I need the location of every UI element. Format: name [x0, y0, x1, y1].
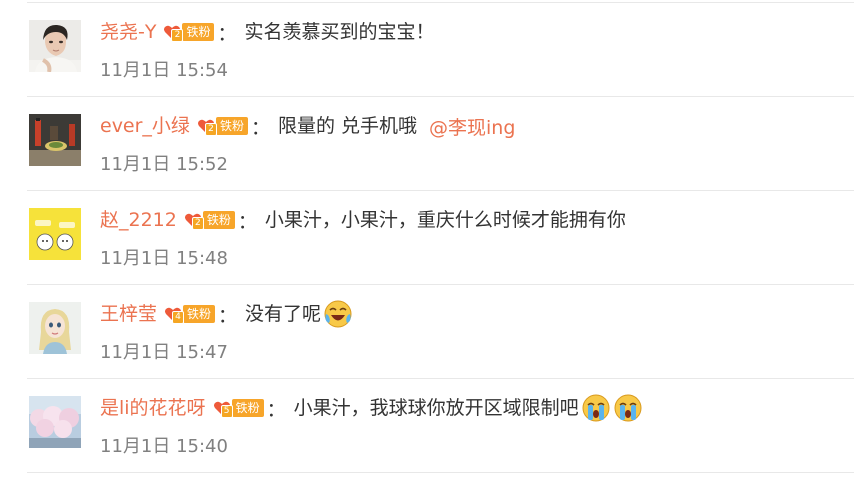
fan-level: 2 [204, 123, 217, 136]
user-avatar[interactable] [29, 396, 81, 448]
separator: ： [217, 22, 237, 45]
divider [27, 472, 854, 473]
separator: ： [250, 116, 270, 139]
user-avatar[interactable] [29, 20, 81, 72]
fan-badge[interactable]: 2 铁粉 [184, 210, 235, 230]
comment-item: 赵_2212 2 铁粉 ： 小果汁，小果汁，重庆什么时候才能拥有你 11月1日 … [0, 190, 854, 284]
fan-label: 铁粉 [183, 305, 216, 323]
comment-text: 小果汁，我球球你放开区域限制吧 [293, 397, 579, 419]
comment-timestamp: 11月1日 15:52 [100, 154, 228, 175]
comment-item: 尧尧-Y 2 铁粉 ： 实名羡慕买到的宝宝！ 11月1日 15:54 [0, 2, 854, 96]
fan-badge[interactable]: 2 铁粉 [163, 22, 215, 42]
comment-text: 实名羡慕买到的宝宝！ [244, 21, 435, 43]
comment-username[interactable]: 赵_2212 [100, 205, 177, 235]
fan-level: 2 [191, 217, 204, 230]
comment-timestamp: 11月1日 15:48 [100, 248, 228, 269]
fan-label: 铁粉 [202, 211, 235, 229]
comment-text: 限量的 兑手机哦 [277, 115, 418, 137]
comment-item: 是li的花花呀 5 铁粉 ： 小果汁，我球球你放开区域限制吧 11月1日 15:… [0, 378, 854, 472]
comment-timestamp: 11月1日 15:40 [100, 436, 228, 457]
heart-icon: 2 [184, 211, 204, 230]
separator: ： [266, 398, 286, 421]
comment-username[interactable]: 尧尧-Y [100, 17, 156, 47]
crying-emoji-icon [581, 393, 611, 423]
separator: ： [237, 210, 257, 233]
comment-item: 王梓莹 4 铁粉 ： 没有了呢 11月1日 15:47 [0, 284, 854, 378]
laugh-cry-emoji-icon [323, 299, 353, 329]
user-avatar[interactable] [29, 302, 81, 354]
heart-icon: 4 [164, 305, 185, 324]
crying-emoji-icon [613, 393, 643, 423]
heart-icon: 2 [197, 117, 217, 136]
fan-badge[interactable]: 4 铁粉 [164, 304, 216, 324]
user-avatar[interactable] [29, 114, 81, 166]
comment-item: ever_小绿 2 铁粉 ： 限量的 兑手机哦 @李现ing 11月1日 15:… [0, 96, 854, 190]
fan-level: 4 [172, 311, 185, 324]
comment-username[interactable]: 王梓莹 [100, 299, 157, 329]
mention-link[interactable]: @李现ing [429, 113, 515, 140]
comment-username[interactable]: 是li的花花呀 [100, 393, 206, 423]
comment-text: 没有了呢 [245, 303, 322, 325]
heart-icon: 2 [163, 23, 184, 42]
fan-level: 5 [220, 405, 233, 418]
fan-label: 铁粉 [231, 399, 264, 417]
comment-text: 小果汁，小果汁，重庆什么时候才能拥有你 [264, 209, 626, 231]
separator: ： [218, 304, 238, 327]
heart-icon: 5 [213, 399, 233, 418]
fan-badge[interactable]: 2 铁粉 [197, 116, 248, 136]
comment-list: 尧尧-Y 2 铁粉 ： 实名羡慕买到的宝宝！ 11月1日 15:54 ever_… [0, 0, 854, 478]
fan-label: 铁粉 [182, 23, 215, 41]
fan-badge[interactable]: 5 铁粉 [213, 398, 264, 418]
comment-username[interactable]: ever_小绿 [100, 111, 190, 141]
fan-label: 铁粉 [215, 117, 248, 135]
fan-level: 2 [171, 29, 184, 42]
comment-timestamp: 11月1日 15:47 [100, 342, 228, 363]
user-avatar[interactable] [29, 208, 81, 260]
comment-timestamp: 11月1日 15:54 [100, 60, 228, 81]
